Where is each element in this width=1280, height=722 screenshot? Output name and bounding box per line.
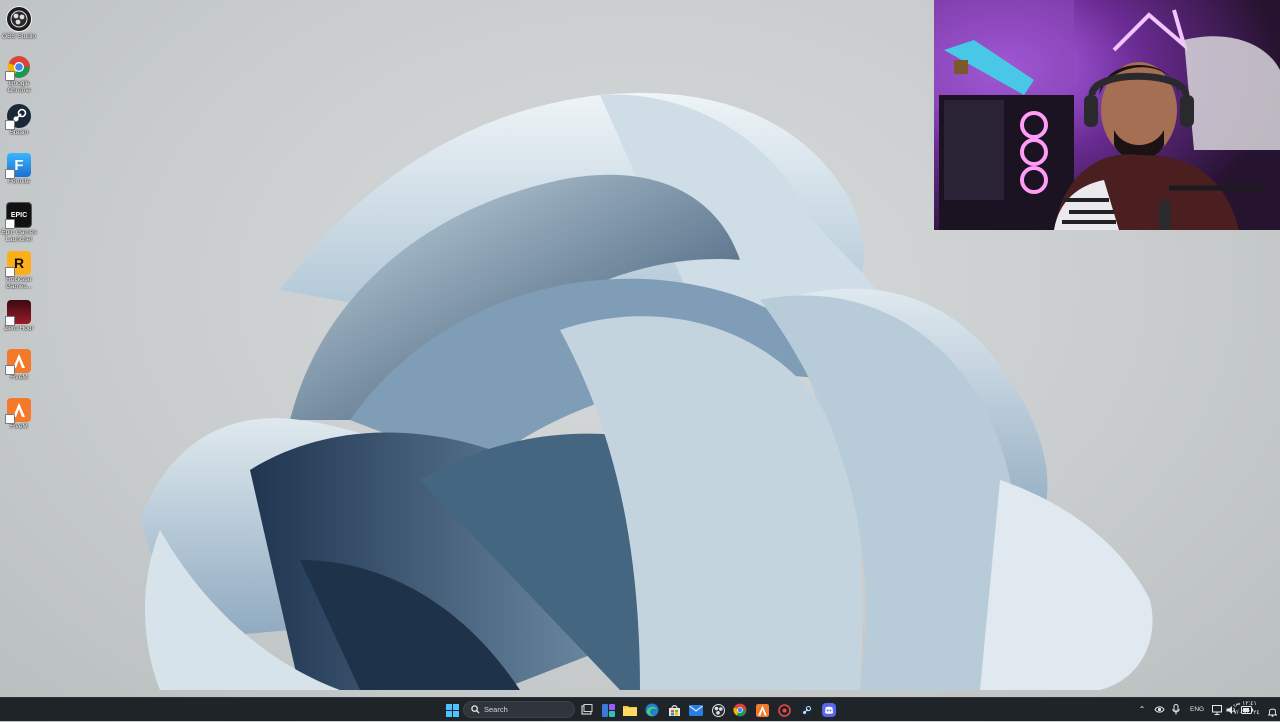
desktop-icon-label: OBS Studio bbox=[2, 33, 36, 40]
desktop-icon-label: FiveM bbox=[10, 374, 28, 381]
desktop-icon-label: Google Chrome bbox=[7, 80, 31, 94]
webcam-overlay bbox=[934, 0, 1280, 230]
edge-icon bbox=[645, 703, 659, 717]
zero-hour-icon bbox=[5, 300, 31, 326]
taskbar: Search ⌃ ENG ١٢:٤١ ص ٢٧/٠٦/٢٠٢٤ bbox=[0, 697, 1280, 721]
clock-time: ١٢:٤١ ص bbox=[1233, 701, 1257, 707]
fivem-icon bbox=[755, 703, 769, 717]
desktop-icon-rockstar-games[interactable]: R Rockstar Games... bbox=[0, 248, 38, 294]
store-icon bbox=[668, 704, 680, 716]
desktop-icon-fortnite[interactable]: F Fortnite bbox=[0, 150, 38, 196]
chevron-up-icon[interactable]: ⌃ bbox=[1136, 705, 1148, 714]
fivem-icon bbox=[5, 398, 31, 424]
steam-taskbar-button[interactable] bbox=[797, 701, 815, 719]
obs-taskbar-button[interactable] bbox=[709, 701, 727, 719]
desktop-icon-obs-studio[interactable]: OBS Studio bbox=[0, 3, 38, 49]
desktop-icon-label: Epic Games Launcher bbox=[1, 229, 37, 243]
folder-icon bbox=[623, 706, 637, 716]
desktop-icon-label: Steam bbox=[9, 129, 29, 136]
microphone-icon[interactable] bbox=[1172, 704, 1180, 715]
search-icon bbox=[471, 705, 480, 714]
chrome-icon bbox=[733, 703, 747, 717]
rockstar-icon: R bbox=[5, 251, 31, 277]
store-button[interactable] bbox=[665, 701, 683, 719]
desktop-icon-fivem-2[interactable]: FiveM bbox=[0, 395, 38, 441]
widgets-icon bbox=[601, 703, 615, 717]
clock-date: ٢٧/٠٦/٢٠٢٤ bbox=[1230, 710, 1260, 716]
discord-icon bbox=[822, 703, 836, 717]
nvidia-icon[interactable] bbox=[1154, 705, 1165, 714]
rockstar-launcher-button[interactable] bbox=[775, 701, 793, 719]
desktop-icon-label: FiveM bbox=[10, 423, 28, 430]
start-button[interactable] bbox=[443, 701, 461, 719]
chrome-taskbar-button[interactable] bbox=[731, 701, 749, 719]
desktop-icon-steam[interactable]: Steam bbox=[0, 101, 38, 147]
fortnite-icon: F bbox=[5, 153, 31, 179]
fivem-taskbar-button[interactable] bbox=[753, 701, 771, 719]
desktop-icon-google-chrome[interactable]: Google Chrome bbox=[0, 52, 38, 98]
taskbar-search-box[interactable]: Search bbox=[463, 701, 575, 718]
desktop-icon-label: Fortnite bbox=[7, 178, 31, 185]
task-view-button[interactable] bbox=[578, 701, 596, 719]
widgets-button[interactable] bbox=[599, 701, 617, 719]
edge-button[interactable] bbox=[643, 701, 661, 719]
desktop-icon-zero-hour[interactable]: Zero Hour bbox=[0, 297, 38, 343]
notification-bell-icon bbox=[1267, 708, 1278, 717]
task-view-icon bbox=[581, 704, 593, 715]
show-desktop-button[interactable] bbox=[1267, 704, 1278, 717]
steam-icon bbox=[5, 104, 31, 130]
mail-icon bbox=[689, 704, 703, 716]
obs-icon bbox=[711, 703, 725, 717]
search-label: Search bbox=[484, 705, 508, 714]
epic-games-icon: EPIC bbox=[5, 202, 32, 229]
desktop-icon-epic-games[interactable]: EPIC Epic Games Launcher bbox=[0, 199, 38, 245]
desktop-icon-label: Zero Hour bbox=[4, 325, 34, 332]
fivem-icon bbox=[5, 349, 31, 375]
language-indicator[interactable]: ENG bbox=[1190, 706, 1204, 713]
webcam-feed-image bbox=[934, 0, 1280, 230]
windows-start-icon bbox=[445, 703, 459, 717]
chrome-icon bbox=[5, 55, 31, 81]
file-explorer-button[interactable] bbox=[621, 701, 639, 719]
rockstar-icon bbox=[777, 703, 791, 717]
desktop-icon-fivem-1[interactable]: FiveM bbox=[0, 346, 38, 392]
taskbar-clock[interactable]: ١٢:٤١ ص ٢٧/٠٦/٢٠٢٤ bbox=[1230, 700, 1260, 718]
network-icon[interactable] bbox=[1212, 704, 1223, 715]
steam-icon bbox=[800, 704, 812, 716]
mail-button[interactable] bbox=[687, 701, 705, 719]
discord-taskbar-button[interactable] bbox=[820, 701, 838, 719]
desktop-icon-label: Rockstar Games... bbox=[5, 276, 33, 290]
obs-icon bbox=[6, 6, 32, 32]
